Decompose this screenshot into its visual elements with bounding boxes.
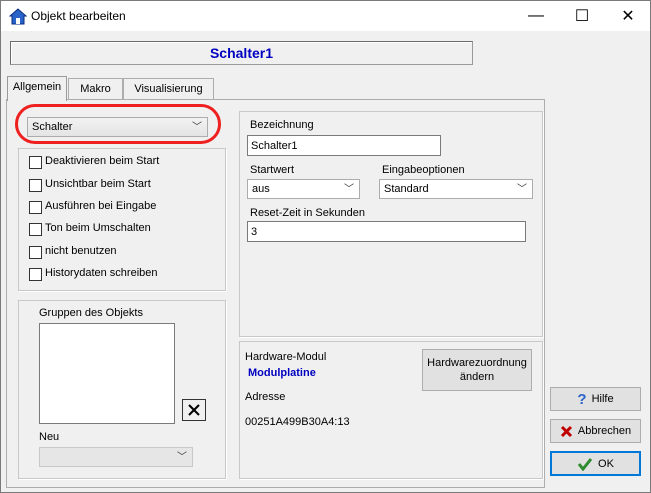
hardware-assign-button[interactable]: Hardwarezuordnung ändern [422,349,532,391]
checkbox-box[interactable] [29,201,42,214]
startwert-label: Startwert [250,164,295,176]
cancel-button[interactable]: Abbrechen [550,419,641,443]
hardware-assign-line1: Hardwarezuordnung [427,357,527,369]
type-select[interactable]: Schalter ﹀ [27,117,208,137]
cancel-button-label: Abbrechen [577,425,632,437]
eingabeoptionen-select[interactable]: Standard ﹀ [379,179,533,199]
eingabeoptionen-value: Standard [384,183,429,195]
reset-zeit-input[interactable]: 3 [247,221,526,242]
checkbox-label: Ausführen bei Eingabe [45,200,157,212]
ok-button-label: OK [598,457,614,470]
home-icon [9,8,27,25]
hardware-modul-label: Hardware-Modul [245,351,327,363]
new-group-select[interactable]: ﹀ [39,447,193,467]
checkbox-label: Ton beim Umschalten [45,222,151,234]
close-icon [188,404,200,416]
checkbox-box[interactable] [29,246,42,259]
checkbox-box[interactable] [29,179,42,192]
checkmark-icon [577,457,593,471]
title-bar[interactable]: Objekt bearbeiten — ☐ ✕ [1,1,650,31]
adresse-value: 00251A499B30A4:13 [245,416,350,428]
tab-visualisierung[interactable]: Visualisierung [123,78,214,100]
ok-button[interactable]: OK [550,451,641,476]
hardware-assign-line2: ändern [459,371,495,383]
maximize-icon: ☐ [574,8,590,25]
checkbox-label: nicht benutzen [45,245,117,257]
chevron-down-icon: ﹀ [517,184,527,195]
close-icon: ✕ [621,8,635,25]
groups-listbox[interactable] [39,323,175,424]
close-button[interactable]: ✕ [605,1,651,31]
eingabeoptionen-label: Eingabeoptionen [382,164,465,176]
help-button-label: Hilfe [591,393,614,405]
bezeichnung-label: Bezeichnung [250,119,314,131]
checkbox-label: Unsichtbar beim Start [45,178,151,190]
window-title: Objekt bearbeiten [31,9,126,23]
tab-allgemein[interactable]: Allgemein [7,76,67,101]
dialog-window: Objekt bearbeiten — ☐ ✕ Schalter1 Allgem… [0,0,651,493]
maximize-button[interactable]: ☐ [559,1,605,31]
chevron-down-icon: ﹀ [344,184,354,195]
tab-makro[interactable]: Makro [68,78,123,100]
remove-group-button[interactable] [182,399,206,421]
object-name-box: Schalter1 [10,41,473,65]
chevron-down-icon: ﹀ [192,122,202,133]
checkbox-box[interactable] [29,268,42,281]
groups-label: Gruppen des Objekts [39,307,143,319]
startwert-select[interactable]: aus ﹀ [247,179,360,199]
checkbox-label: Historydaten schreiben [45,267,158,279]
startwert-value: aus [252,183,270,195]
help-icon: ? [577,390,587,408]
reset-zeit-label: Reset-Zeit in Sekunden [250,207,365,219]
minimize-icon: — [528,7,544,24]
tab-label: Allgemein [12,81,62,93]
cancel-x-icon [560,425,572,437]
new-group-label: Neu [39,431,60,443]
chevron-down-icon: ﹀ [177,452,187,463]
checkbox-box[interactable] [29,156,42,169]
tab-label: Visualisierung [134,83,203,95]
help-button[interactable]: ? Hilfe [550,387,641,411]
checkbox-label: Deaktivieren beim Start [45,155,160,167]
checkbox-box[interactable] [29,223,42,236]
type-select-value: Schalter [32,121,73,133]
bezeichnung-input[interactable]: Schalter1 [247,135,441,156]
hardware-modul-value: Modulplatine [248,367,316,379]
minimize-button[interactable]: — [513,1,559,31]
adresse-label: Adresse [245,391,286,403]
object-name: Schalter1 [209,45,274,61]
tab-label: Makro [80,83,111,95]
